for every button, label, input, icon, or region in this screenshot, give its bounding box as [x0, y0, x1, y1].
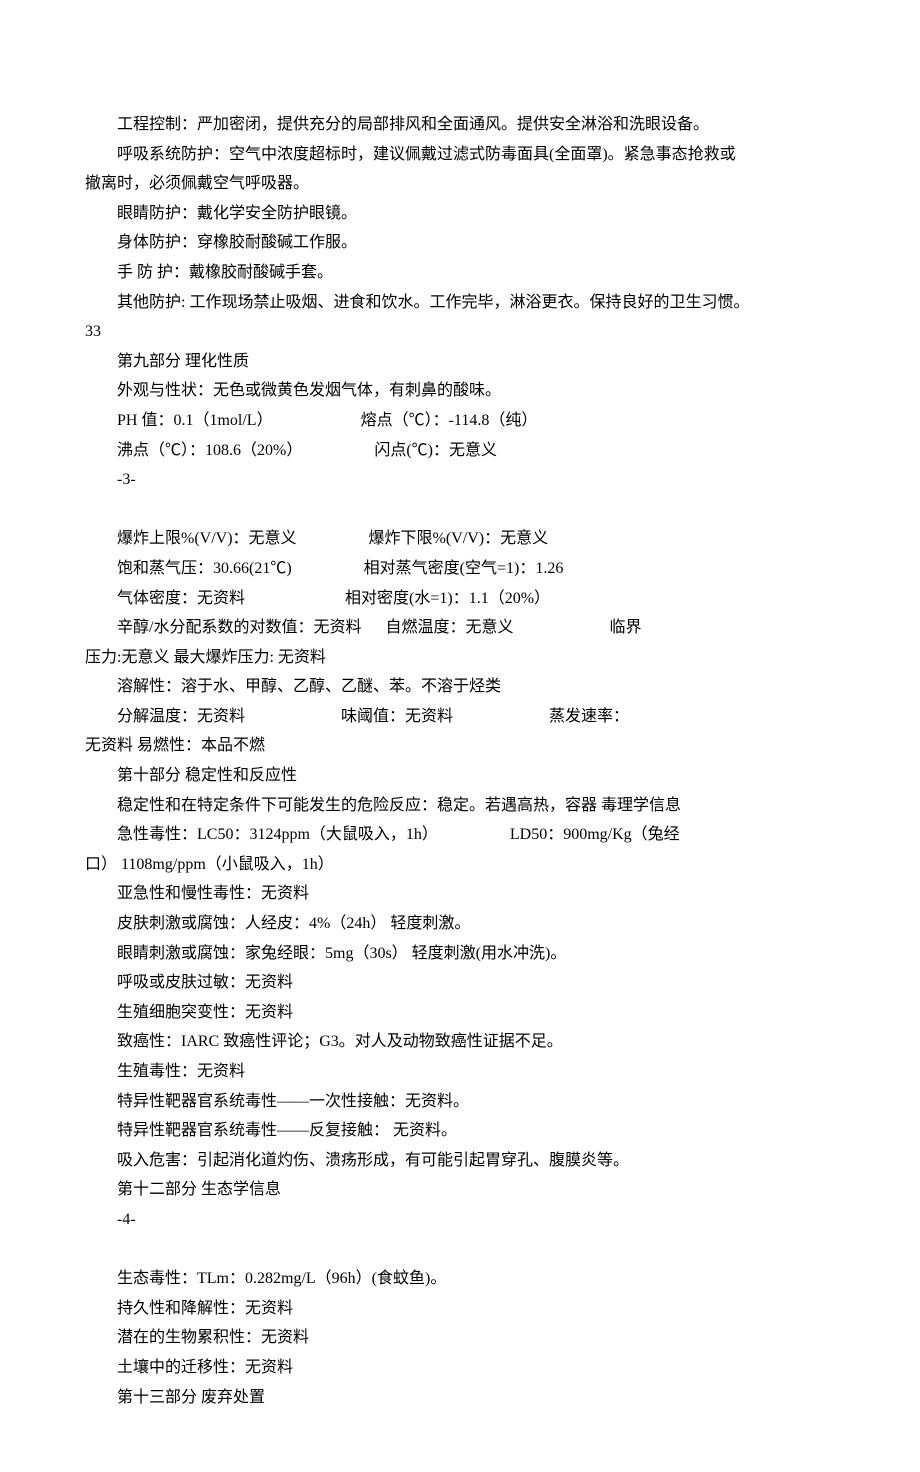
- section-12-heading: 第十二部分 生态学信息: [85, 1175, 835, 1205]
- decomposition-temp: 分解温度：无资料: [117, 708, 245, 725]
- ph-melting-row: PH 值：0.1（1mol/L） 熔点（℃）：-114.8（纯）: [85, 406, 835, 436]
- relative-density: 相对密度(水=1)：1.1（20%）: [345, 590, 550, 607]
- respiratory-skin-sensitization: 呼吸或皮肤过敏：无资料: [85, 968, 835, 998]
- partition-coef-row: 辛醇/水分配系数的对数值：无资料 自燃温度：无意义 临界: [85, 613, 835, 643]
- blank-line: [85, 495, 835, 525]
- blank-line: [85, 1235, 835, 1265]
- evaporation-rate-label: 蒸发速率：: [549, 708, 629, 725]
- flammability-row: 无资料 易燃性：本品不燃: [85, 731, 835, 761]
- body-protection: 身体防护：穿橡胶耐酸碱工作服。: [85, 228, 835, 258]
- appearance: 外观与性状：无色或微黄色发烟气体，有刺鼻的酸味。: [85, 376, 835, 406]
- critical-pressure: 压力:无意义: [85, 649, 169, 666]
- carcinogenicity: 致癌性：IARC 致癌性评论；G3。对人及动物致癌性证据不足。: [85, 1027, 835, 1057]
- acute-toxicity-row: 急性毒性：LC50：3124ppm（大鼠吸入，1h） LD50：900mg/Kg…: [85, 820, 835, 850]
- germ-cell-mutagenicity: 生殖细胞突变性：无资料: [85, 998, 835, 1028]
- eye-protection: 眼睛防护：戴化学安全防护眼镜。: [85, 199, 835, 229]
- page-number-4: -4-: [85, 1205, 835, 1235]
- upper-explosion-limit: 爆炸上限%(V/V)：无意义: [117, 530, 297, 547]
- soil-mobility: 土壤中的迁移性：无资料: [85, 1353, 835, 1383]
- critical-prefix: 临界: [609, 619, 641, 636]
- autoignition-temp: 自燃温度：无意义: [385, 619, 513, 636]
- persistence-degradability: 持久性和降解性：无资料: [85, 1294, 835, 1324]
- flammability: 易燃性：本品不燃: [137, 737, 265, 754]
- no-data-text: 无资料: [85, 737, 133, 754]
- odor-threshold: 味阈值：无资料: [341, 708, 453, 725]
- respiratory-protection-line1: 呼吸系统防护：空气中浓度超标时，建议佩戴过滤式防毒面具(全面罩)。紧急事态抢救或: [85, 140, 835, 170]
- document-page: 工程控制：严加密闭，提供充分的局部排风和全面通风。提供安全淋浴和洗眼设备。 呼吸…: [0, 0, 920, 1472]
- subacute-chronic-toxicity: 亚急性和慢性毒性：无资料: [85, 879, 835, 909]
- respiratory-protection-line2: 撤离时，必须佩戴空气呼吸器。: [85, 169, 835, 199]
- section-9-heading: 第九部分 理化性质: [85, 347, 835, 377]
- critical-pressure-row: 压力:无意义 最大爆炸压力: 无资料: [85, 643, 835, 673]
- section-10-heading: 第十部分 稳定性和反应性: [85, 761, 835, 791]
- page-number-3: -3-: [85, 465, 835, 495]
- vapor-pressure-row: 饱和蒸气压：30.66(21℃) 相对蒸气密度(空气=1)：1.26: [85, 554, 835, 584]
- lc50: 急性毒性：LC50：3124ppm（大鼠吸入，1h）: [117, 826, 438, 843]
- vapor-pressure: 饱和蒸气压：30.66(21℃): [117, 560, 292, 577]
- bioaccumulation: 潜在的生物累积性：无资料: [85, 1323, 835, 1353]
- other-protection-line2: 33: [85, 317, 835, 347]
- oral-route: 口）: [85, 856, 117, 873]
- stability: 稳定性和在特定条件下可能发生的危险反应：稳定。若遇高热，容器 毒理学信息: [85, 791, 835, 821]
- relative-vapor-density: 相对蒸气密度(空气=1)：1.26: [364, 560, 564, 577]
- boiling-point: 沸点（℃）：108.6（20%）: [117, 442, 302, 459]
- gas-density: 气体密度：无资料: [117, 590, 245, 607]
- melting-point: 熔点（℃）：-114.8（纯）: [361, 412, 538, 429]
- flash-point: 闪点(℃)：无意义: [374, 442, 497, 459]
- engineering-control: 工程控制：严加密闭，提供充分的局部排风和全面通风。提供安全淋浴和洗眼设备。: [85, 110, 835, 140]
- other-protection-line1: 其他防护: 工作现场禁止吸烟、进食和饮水。工作完毕，淋浴更衣。保持良好的卫生习惯…: [85, 288, 835, 318]
- section-13-heading: 第十三部分 废弃处置: [85, 1383, 835, 1413]
- aspiration-hazard: 吸入危害：引起消化道灼伤、溃疡形成，有可能引起胃穿孔、腹膜炎等。: [85, 1146, 835, 1176]
- max-explosion-pressure: 最大爆炸压力: 无资料: [173, 649, 325, 666]
- stot-repeated-exposure: 特异性靶器官系统毒性——反复接触： 无资料。: [85, 1116, 835, 1146]
- stot-single-exposure: 特异性靶器官系统毒性——一次性接触：无资料。: [85, 1087, 835, 1117]
- explosion-limits-row: 爆炸上限%(V/V)：无意义 爆炸下限%(V/V)：无意义: [85, 524, 835, 554]
- gas-density-row: 气体密度：无资料 相对密度(水=1)：1.1（20%）: [85, 584, 835, 614]
- skin-irritation: 皮肤刺激或腐蚀：人经皮：4%（24h） 轻度刺激。: [85, 909, 835, 939]
- ecotoxicity: 生态毒性：TLm：0.282mg/L（96h）(食蚊鱼)。: [85, 1264, 835, 1294]
- boiling-flash-row: 沸点（℃）：108.6（20%） 闪点(℃)：无意义: [85, 436, 835, 466]
- hand-protection: 手 防 护：戴橡胶耐酸碱手套。: [85, 258, 835, 288]
- eye-irritation: 眼睛刺激或腐蚀：家兔经眼：5mg（30s） 轻度刺激(用水冲洗)。: [85, 939, 835, 969]
- solubility: 溶解性：溶于水、甲醇、乙醇、乙醚、苯。不溶于烃类: [85, 672, 835, 702]
- lower-explosion-limit: 爆炸下限%(V/V)：无意义: [369, 530, 549, 547]
- decomposition-row: 分解温度：无资料 味阈值：无资料 蒸发速率：: [85, 702, 835, 732]
- mouse-inhalation: 1108mg/ppm（小鼠吸入，1h）: [121, 856, 334, 873]
- ld50: LD50：900mg/Kg（兔经: [510, 826, 680, 843]
- partition-coefficient: 辛醇/水分配系数的对数值：无资料: [117, 619, 361, 636]
- ph-value: PH 值：0.1（1mol/L）: [117, 412, 273, 429]
- reproductive-toxicity: 生殖毒性：无资料: [85, 1057, 835, 1087]
- acute-toxicity-cont: 口） 1108mg/ppm（小鼠吸入，1h）: [85, 850, 835, 880]
